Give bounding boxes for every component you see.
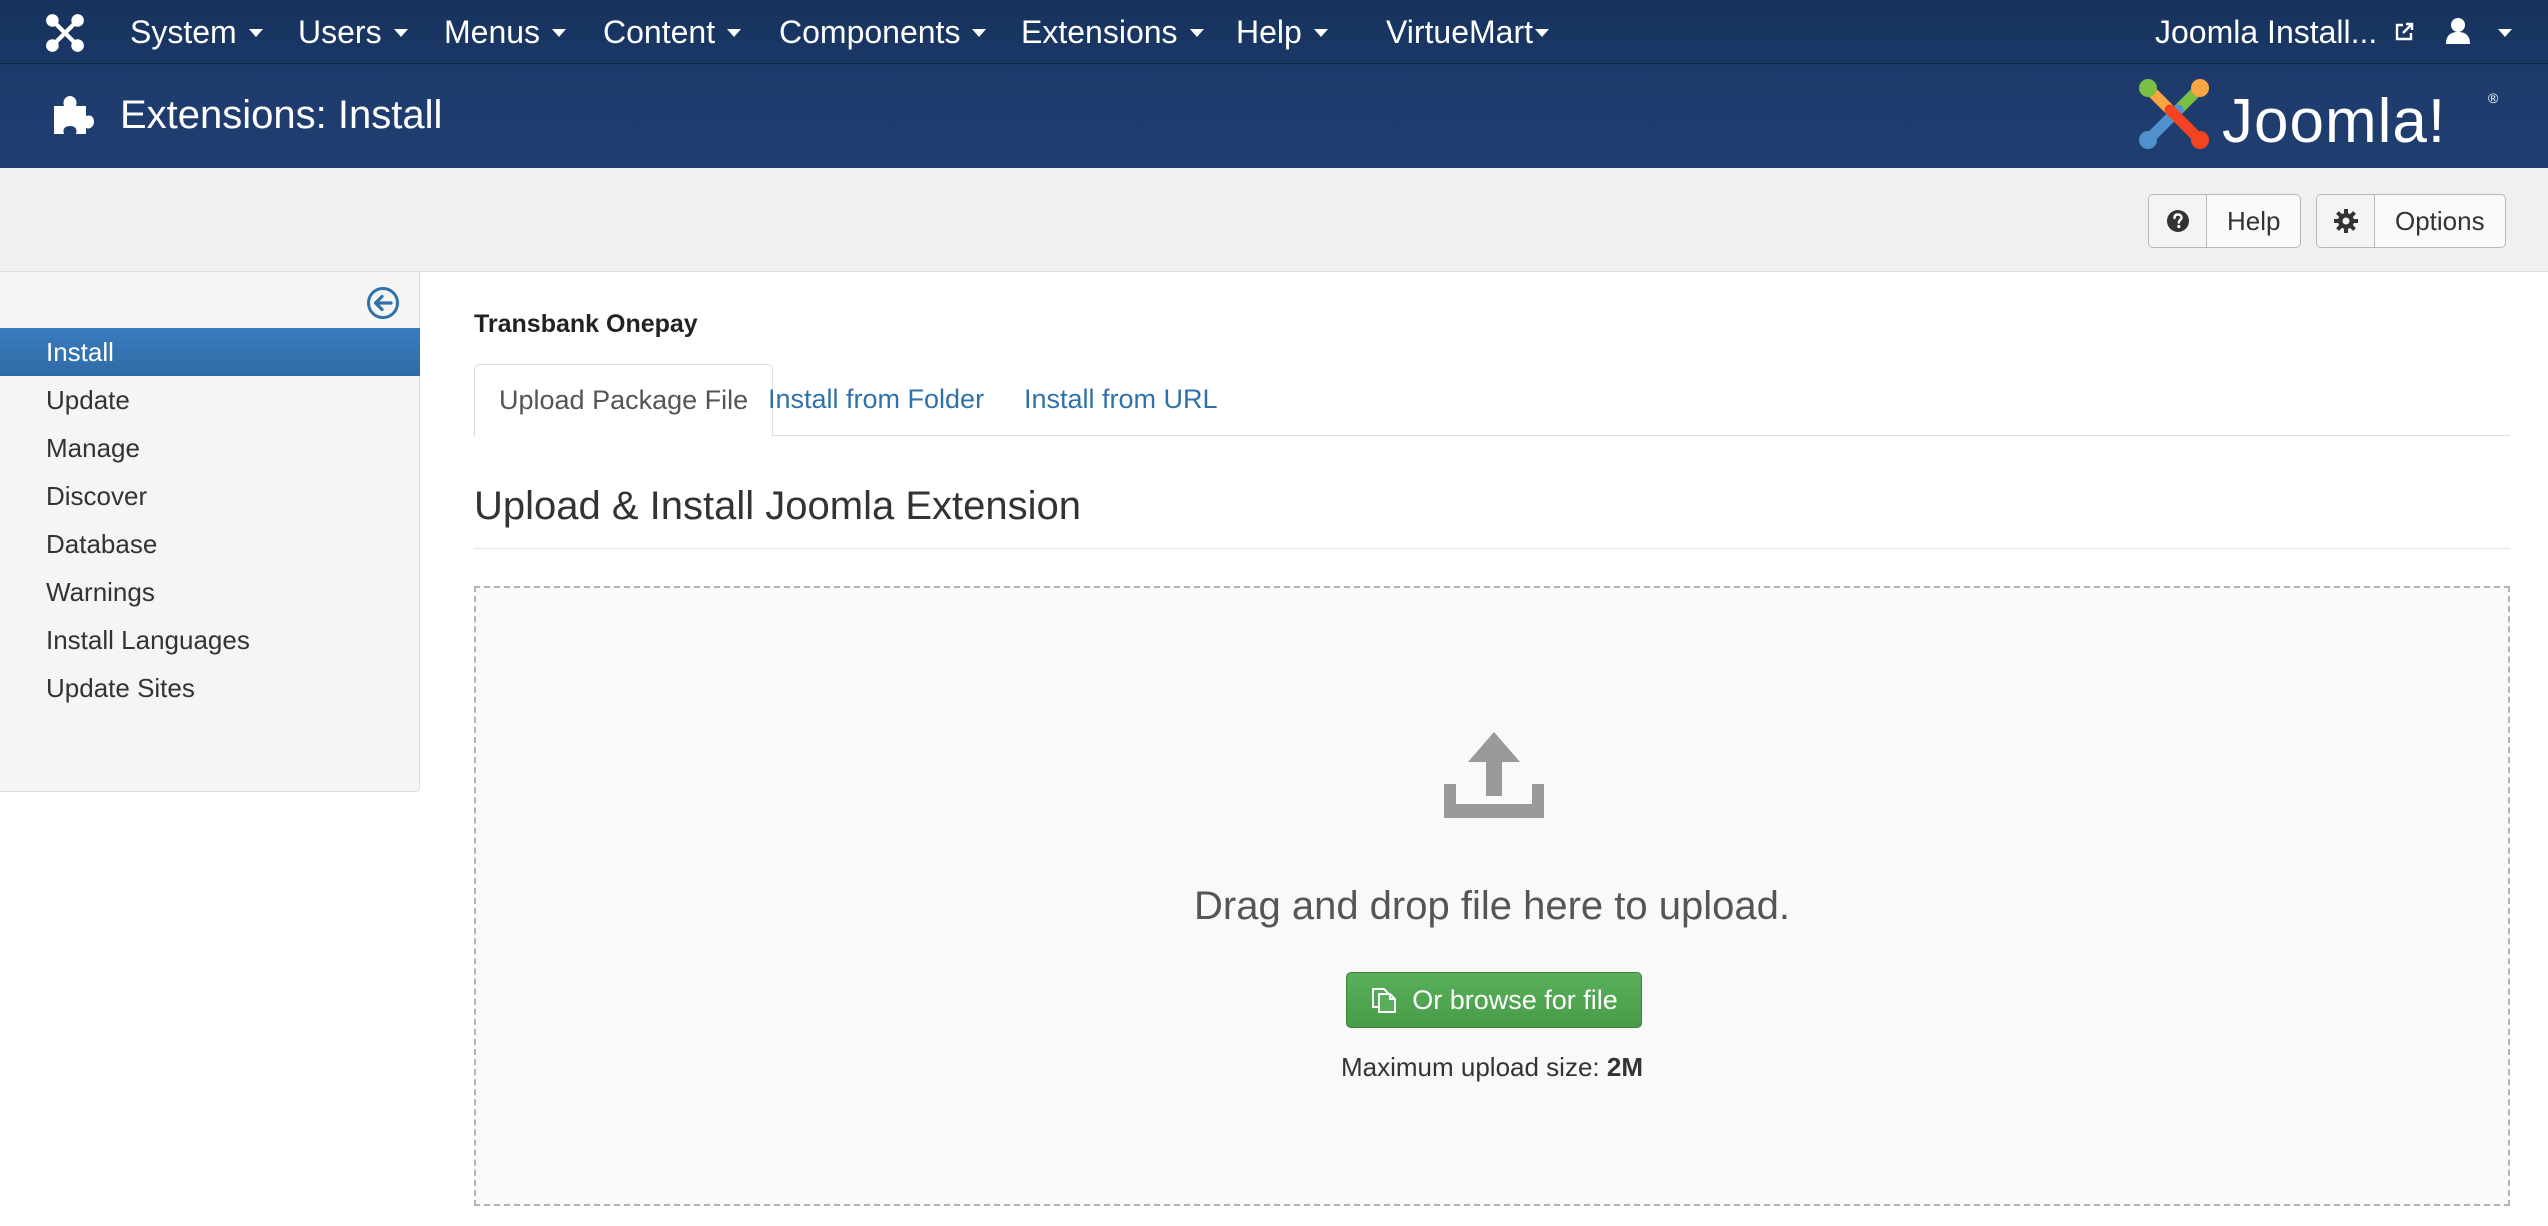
joomla-icon[interactable] [44, 12, 86, 54]
sidebar: Install Update Manage Discover Database … [0, 272, 420, 792]
site-preview-label: Joomla Install... [2155, 14, 2378, 50]
menu-components[interactable]: Components [779, 0, 987, 64]
question-circle-icon [2166, 210, 2189, 232]
sidebar-item-install[interactable]: Install [0, 328, 420, 376]
caret-down-icon [393, 28, 408, 37]
puzzle-icon [54, 96, 94, 134]
options-button-icon-wrap [2317, 195, 2375, 247]
menu-content[interactable]: Content [603, 0, 742, 64]
menu-menus-label: Menus [444, 14, 541, 50]
max-upload-value: 2M [1606, 1052, 1643, 1082]
menu-system-label: System [130, 14, 237, 50]
section-title: Upload & Install Joomla Extension [474, 484, 1081, 528]
copy-file-icon [1372, 988, 1397, 1013]
menu-virtuemart[interactable]: VirtueMart [1386, 0, 1550, 64]
title-bar: Extensions: Install Joomla! ® [0, 64, 2548, 168]
upload-icon [1444, 732, 1544, 818]
caret-down-icon [727, 28, 742, 37]
caret-down-icon [552, 28, 567, 37]
caret-down-icon [1189, 28, 1204, 37]
extension-name: Transbank Onepay [474, 310, 698, 338]
menu-users-label: Users [298, 14, 382, 50]
menu-system[interactable]: System [130, 0, 263, 64]
toolbar: Help Options [0, 168, 2548, 272]
gear-icon [2333, 209, 2358, 233]
menu-menus[interactable]: Menus [444, 0, 567, 64]
menu-extensions-label: Extensions [1021, 14, 1178, 50]
options-button[interactable]: Options [2316, 194, 2506, 248]
install-tabs: Upload Package File Install from Folder … [474, 364, 2510, 437]
menu-help-label: Help [1236, 14, 1302, 50]
browse-file-label: Or browse for file [1412, 984, 1618, 1015]
joomla-wordmark: Joomla! [2222, 87, 2447, 156]
menu-users[interactable]: Users [298, 0, 408, 64]
caret-down-icon [248, 28, 263, 37]
section-divider [474, 548, 2510, 549]
menu-help[interactable]: Help [1236, 0, 1328, 64]
tab-upload-package-file[interactable]: Upload Package File [474, 364, 774, 437]
sidebar-item-install-languages[interactable]: Install Languages [0, 616, 420, 664]
caret-down-icon [1313, 28, 1328, 37]
caret-down-icon [972, 28, 987, 37]
sidebar-item-update[interactable]: Update [0, 376, 420, 424]
menu-components-label: Components [779, 14, 961, 50]
site-preview-link[interactable]: Joomla Install... [2155, 0, 2414, 64]
options-button-label: Options [2395, 205, 2485, 236]
top-navbar: System Users Menus Content Components Ex… [0, 0, 2548, 64]
max-upload-label: Maximum upload size: [1340, 1052, 1600, 1082]
joomla-logo-icon[interactable] [2134, 74, 2214, 154]
upload-dropzone[interactable]: Drag and drop file here to upload. Or br… [474, 586, 2510, 1206]
caret-down-icon [2498, 28, 2512, 37]
sidebar-item-update-sites[interactable]: Update Sites [0, 664, 420, 712]
user-icon [2446, 17, 2471, 44]
sidebar-item-discover[interactable]: Discover [0, 472, 420, 520]
menu-content-label: Content [603, 14, 716, 50]
help-button-icon-wrap [2149, 195, 2207, 247]
tab-install-from-url[interactable]: Install from URL [1000, 364, 1242, 436]
sidebar-item-warnings[interactable]: Warnings [0, 568, 420, 616]
max-upload-size: Maximum upload size: 2M [476, 1052, 2508, 1083]
caret-down-icon [1535, 28, 1550, 37]
sidebar-item-manage[interactable]: Manage [0, 424, 420, 472]
registered-mark: ® [2488, 90, 2499, 106]
page-title: Extensions: Install [120, 93, 443, 137]
sidebar-item-database[interactable]: Database [0, 520, 420, 568]
tab-install-from-folder[interactable]: Install from Folder [744, 364, 1008, 436]
external-link-icon [2396, 22, 2414, 40]
browse-file-button[interactable]: Or browse for file [1346, 972, 1642, 1028]
help-button-label: Help [2227, 205, 2281, 236]
user-menu[interactable] [2445, 0, 2512, 64]
menu-virtuemart-label: VirtueMart [1386, 14, 1534, 50]
collapse-arrow-icon[interactable] [366, 286, 400, 320]
help-button[interactable]: Help [2148, 194, 2302, 248]
drop-instructions: Drag and drop file here to upload. [1194, 884, 1790, 928]
menu-extensions[interactable]: Extensions [1021, 0, 1204, 64]
